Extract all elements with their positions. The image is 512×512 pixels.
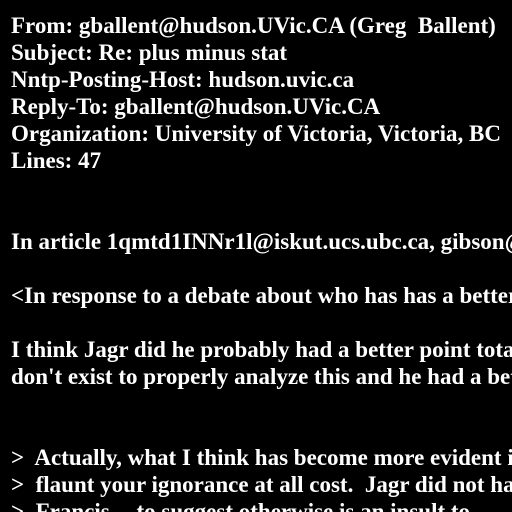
quoted-line-2: > flaunt your ignorance at all cost. Jag… [11,472,512,497]
header-from: From: gballent@hudson.UVic.CA (Greg Ball… [11,13,496,38]
article-intro: <In response to a debate about who has h… [11,283,512,308]
article-attribution: In article 1qmtd1INNr1l@iskut.ucs.ubc.ca… [11,229,512,254]
quoted-line-3: > Francis -- to suggest otherwise is an … [11,499,471,512]
header-nntp-posting-host: Nntp-Posting-Host: hudson.uvic.ca [11,67,355,92]
header-subject: Subject: Re: plus minus stat [11,40,288,65]
header-lines: Lines: 47 [11,148,102,173]
article-paragraph-line-2: don't exist to properly analyze this and… [11,364,512,389]
news-article-page: From: gballent@hudson.UVic.CA (Greg Ball… [0,0,512,512]
header-organization: Organization: University of Victoria, Vi… [11,121,501,146]
quoted-line-1: > Actually, what I think has become more… [11,445,512,470]
article-paragraph-line-1: I think Jagr did he probably had a bette… [11,337,512,362]
header-reply-to: Reply-To: gballent@hudson.UVic.CA [11,94,381,119]
